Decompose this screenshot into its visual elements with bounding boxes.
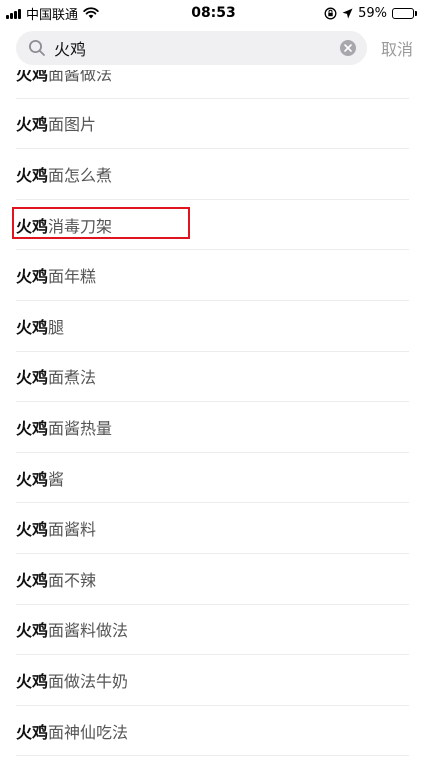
suggestion-keyword: 火鸡	[16, 469, 49, 489]
suggestion-keyword: 火鸡	[16, 570, 49, 590]
suggestion-item[interactable]: 火鸡 面怎么煮	[16, 149, 409, 200]
suggestion-keyword: 火鸡	[16, 621, 49, 641]
suggestion-item[interactable]: 火鸡 面年糕	[16, 250, 409, 301]
suggestion-suffix: 面酱料	[48, 520, 97, 540]
suggestion-suffix: 面不辣	[48, 570, 97, 590]
suggestion-item[interactable]: 火鸡 面不辣	[16, 554, 409, 605]
status-right: 59%	[324, 6, 417, 21]
suggestion-item[interactable]: 火鸡 面酱热量	[16, 402, 409, 453]
suggestion-suffix: 腿	[48, 317, 65, 337]
suggestion-suffix: 消毒刀架	[48, 216, 113, 236]
suggestion-item[interactable]: 火鸡 面酱料	[16, 503, 409, 554]
search-box[interactable]	[16, 31, 367, 65]
search-icon	[28, 39, 46, 57]
suggestion-suffix: 面做法牛奶	[48, 671, 129, 691]
suggestion-suffix: 面图片	[48, 115, 97, 135]
wifi-icon	[83, 7, 99, 19]
suggestion-list-inner: 火鸡 面酱做法 火鸡 面图片 火鸡 面怎么煮 火鸡 消毒刀架 火鸡 面年糕 火鸡腿火鸡 面煮法 火鸡 面酱…	[0, 70, 427, 757]
signal-icon	[6, 8, 21, 19]
status-bar: 中国联通 08:53 59%	[0, 0, 427, 26]
suggestion-item[interactable]: 火鸡 面神仙吃法	[16, 706, 409, 757]
screen: 中国联通 08:53 59% 火鸡 取消 火鸡 面酱做法 火鸡 面图片 火鸡 面…	[0, 0, 427, 759]
lock-rotation-icon	[324, 7, 337, 19]
carrier-label: 中国联通	[26, 7, 79, 23]
suggestion-suffix: 面酱料做法	[48, 621, 129, 641]
status-left: 中国联通	[6, 4, 99, 23]
suggestion-item[interactable]: 火鸡 面做法牛奶	[16, 655, 409, 706]
clear-icon[interactable]	[339, 39, 357, 57]
search-input[interactable]	[54, 33, 339, 63]
suggestion-item[interactable]: 火鸡 消毒刀架	[12, 200, 409, 251]
battery-percent: 59%	[358, 5, 387, 21]
suggestion-keyword: 火鸡	[16, 671, 49, 691]
battery-icon	[392, 7, 417, 19]
suggestion-keyword: 火鸡	[16, 520, 49, 540]
suggestion-keyword: 火鸡	[16, 317, 49, 337]
suggestion-keyword: 火鸡	[16, 165, 49, 185]
suggestion-suffix: 面神仙吃法	[48, 722, 129, 742]
suggestion-keyword: 火鸡	[16, 418, 49, 438]
suggestion-list: 火鸡 面酱做法 火鸡 面图片 火鸡 面怎么煮 火鸡 消毒刀架 火鸡 面年糕 火鸡腿火鸡 面煮法 火鸡 面酱…	[0, 70, 427, 759]
suggestion-keyword: 火鸡	[16, 70, 49, 84]
location-icon	[342, 8, 353, 18]
suggestion-keyword: 火鸡	[16, 115, 49, 135]
suggestion-keyword: 火鸡	[16, 216, 49, 236]
suggestion-item[interactable]: 火鸡 面煮法	[16, 352, 409, 403]
suggestion-keyword: 火鸡	[16, 368, 49, 388]
suggestion-suffix: 面酱做法	[48, 70, 113, 84]
suggestion-suffix: 酱	[48, 469, 65, 489]
suggestion-suffix: 面年糕	[48, 267, 97, 287]
cancel-button[interactable]: 取消	[381, 36, 413, 60]
suggestion-suffix: 面酱热量	[48, 418, 113, 438]
suggestion-keyword: 火鸡	[16, 722, 49, 742]
suggestion-item[interactable]: 火鸡酱	[16, 453, 409, 504]
suggestion-suffix: 面煮法	[48, 368, 97, 388]
suggestion-suffix: 面怎么煮	[48, 165, 113, 185]
search-header: 取消	[0, 26, 427, 70]
suggestion-item[interactable]: 火鸡 面酱料做法	[16, 605, 409, 656]
suggestion-item[interactable]: 火鸡 面图片	[16, 99, 409, 150]
suggestion-item[interactable]: 火鸡腿	[16, 301, 409, 352]
suggestion-keyword: 火鸡	[16, 267, 49, 287]
suggestion-item[interactable]: 火鸡 面酱做法	[16, 70, 409, 99]
